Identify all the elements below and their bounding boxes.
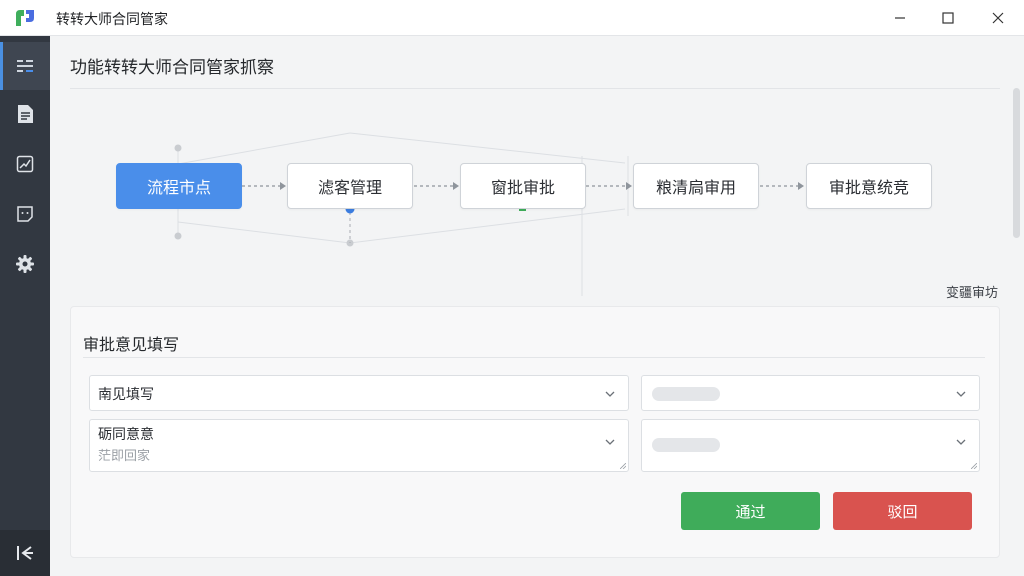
flow-node-2[interactable]: 滤客管理	[287, 163, 413, 209]
chevron-down-icon	[605, 439, 615, 445]
sidebar-item-list[interactable]	[0, 42, 50, 90]
gear-icon	[16, 255, 34, 273]
sidebar-item-stats[interactable]	[0, 140, 50, 188]
flow-node-4[interactable]: 粮清扃审用	[633, 163, 759, 209]
maximize-icon	[942, 12, 954, 24]
opinion-textarea[interactable]: 砺同意意 茫即回家	[89, 419, 629, 472]
list-icon	[17, 60, 33, 72]
opinion-textarea-placeholder: 茫即回家	[98, 449, 151, 464]
loading-placeholder	[652, 387, 720, 401]
sidebar-collapse-button[interactable]	[0, 530, 50, 576]
opinion-select-value: 南见填写	[98, 387, 154, 403]
main-content: 功能转转大师合同管家抓察 流程市点 滤客管理 窗批审批 粮清扃审用 审批意统竞 …	[50, 36, 1024, 576]
note-icon	[17, 206, 33, 222]
workflow-diagram: 流程市点 滤客管理 窗批审批 粮清扃审用 审批意统竞 变疆审坊	[50, 36, 1024, 301]
secondary-textarea[interactable]	[641, 419, 980, 472]
opinion-textarea-value: 砺同意意	[98, 427, 154, 443]
scrollbar[interactable]	[1013, 88, 1020, 238]
title-bar: 转转大师合同管家	[0, 0, 1024, 36]
chevron-down-icon	[956, 391, 966, 397]
sidebar-item-settings[interactable]	[0, 240, 50, 288]
document-icon	[18, 105, 33, 123]
minimize-button[interactable]	[878, 0, 922, 36]
flow-node-5[interactable]: 审批意统竞	[806, 163, 932, 209]
secondary-select[interactable]	[641, 375, 980, 411]
resize-handle-icon[interactable]	[620, 463, 626, 469]
chevron-down-icon	[956, 439, 966, 445]
sidebar-item-documents[interactable]	[0, 90, 50, 138]
opinion-select[interactable]: 南见填写	[89, 375, 629, 411]
maximize-button[interactable]	[926, 0, 970, 36]
chart-icon	[16, 155, 34, 173]
close-icon	[992, 12, 1004, 24]
close-button[interactable]	[976, 0, 1020, 36]
approve-button[interactable]: 通过	[681, 492, 820, 530]
flow-change-link[interactable]: 变疆审坊	[946, 282, 998, 301]
collapse-icon	[17, 546, 33, 560]
app-logo-icon	[16, 10, 34, 26]
flow-node-start[interactable]: 流程市点	[116, 163, 242, 209]
flow-node-3[interactable]: 窗批审批	[460, 163, 586, 209]
chevron-down-icon	[605, 391, 615, 397]
sidebar	[0, 36, 50, 576]
loading-placeholder	[652, 438, 720, 452]
approval-panel: 审批意见填写 南见填写 砺同意意 茫即回家 通过 驳回	[70, 306, 1000, 558]
reject-button[interactable]: 驳回	[833, 492, 972, 530]
resize-handle-icon[interactable]	[971, 463, 977, 469]
divider	[83, 357, 985, 358]
minimize-icon	[895, 17, 905, 19]
app-title: 转转大师合同管家	[56, 12, 168, 28]
panel-title: 审批意见填写	[83, 335, 180, 354]
sidebar-item-notes[interactable]	[0, 190, 50, 238]
